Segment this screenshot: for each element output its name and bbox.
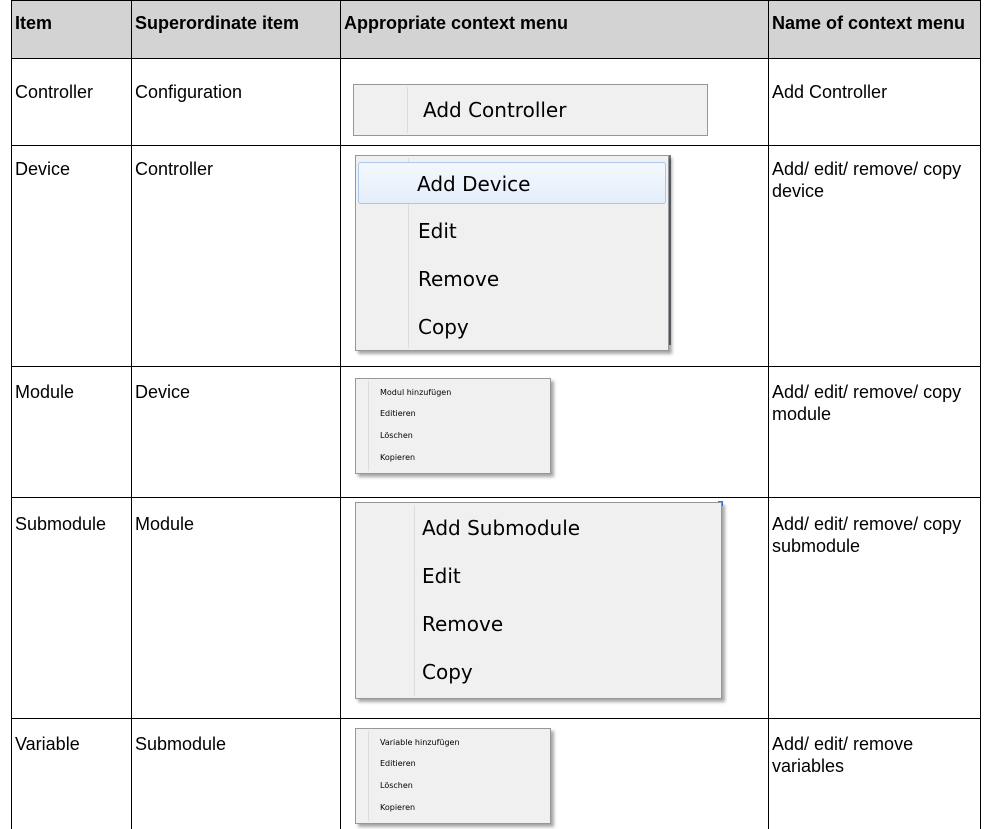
table-border-right bbox=[980, 0, 981, 829]
row-divider bbox=[11, 58, 981, 59]
context-menu-module: Modul hinzufügen Editieren Löschen Kopie… bbox=[355, 378, 551, 474]
table-border-top bbox=[11, 0, 981, 1]
cell-menu-name: Add/ edit/ remove variables bbox=[772, 734, 914, 776]
context-menu-controller: Add Controller bbox=[353, 84, 708, 136]
menu-item-copy[interactable]: Copy bbox=[358, 308, 666, 348]
menu-item-copy[interactable]: Copy bbox=[358, 653, 719, 693]
menu-item-edit[interactable]: Editieren bbox=[358, 406, 548, 422]
menu-item-add-variable[interactable]: Variable hinzufügen bbox=[358, 735, 548, 751]
menu-item-remove[interactable]: Remove bbox=[358, 260, 666, 300]
cell-item: Variable bbox=[15, 734, 80, 754]
cell-menu-name: Add/ edit/ remove/ copy submodule bbox=[772, 514, 962, 556]
row-divider bbox=[11, 366, 981, 367]
menu-item-remove[interactable]: Löschen bbox=[358, 428, 548, 444]
menu-item-remove[interactable]: Remove bbox=[358, 605, 719, 645]
context-menu-table: Item Superordinate item Appropriate cont… bbox=[11, 0, 981, 829]
cell-menu-name: Add/ edit/ remove/ copy module bbox=[772, 382, 962, 424]
menu-item-copy[interactable]: Kopieren bbox=[358, 800, 548, 816]
menu-item-edit[interactable]: Edit bbox=[358, 212, 666, 252]
cell-item: Device bbox=[15, 159, 71, 179]
context-menu-submodule: Add Submodule Edit Remove Copy bbox=[355, 502, 722, 699]
row-divider bbox=[11, 718, 981, 719]
header-menu-name: Name of context menu bbox=[772, 13, 966, 33]
cell-superordinate: Configuration bbox=[135, 82, 243, 102]
column-divider bbox=[131, 0, 132, 829]
header-superordinate: Superordinate item bbox=[135, 13, 300, 33]
column-divider bbox=[340, 0, 341, 829]
cell-superordinate: Submodule bbox=[135, 734, 227, 754]
menu-item-add-controller[interactable]: Add Controller bbox=[356, 95, 705, 125]
context-menu-variable: Variable hinzufügen Editieren Löschen Ko… bbox=[355, 728, 551, 824]
menu-item-remove[interactable]: Löschen bbox=[358, 778, 548, 794]
menu-item-edit[interactable]: Editieren bbox=[358, 756, 548, 772]
menu-item-add-device[interactable]: Add Device bbox=[358, 162, 666, 204]
cell-item: Module bbox=[15, 382, 75, 402]
cell-superordinate: Device bbox=[135, 382, 191, 402]
menu-item-add-submodule[interactable]: Add Submodule bbox=[358, 509, 719, 549]
header-item: Item bbox=[15, 13, 53, 33]
cell-superordinate: Module bbox=[135, 514, 195, 534]
cell-superordinate: Controller bbox=[135, 159, 214, 179]
row-divider bbox=[11, 145, 981, 146]
row-divider bbox=[11, 497, 981, 498]
menu-item-edit[interactable]: Edit bbox=[358, 557, 719, 597]
cell-menu-name: Add/ edit/ remove/ copy device bbox=[772, 159, 962, 201]
menu-item-copy[interactable]: Kopieren bbox=[358, 450, 548, 466]
table-border-left bbox=[11, 0, 12, 829]
cell-item: Submodule bbox=[15, 514, 107, 534]
cell-menu-name: Add Controller bbox=[772, 82, 888, 102]
menu-item-add-module[interactable]: Modul hinzufügen bbox=[358, 385, 548, 401]
cell-item: Controller bbox=[15, 82, 94, 102]
context-menu-device: Add Device Edit Remove Copy bbox=[355, 155, 669, 351]
header-context-menu: Appropriate context menu bbox=[344, 13, 569, 33]
